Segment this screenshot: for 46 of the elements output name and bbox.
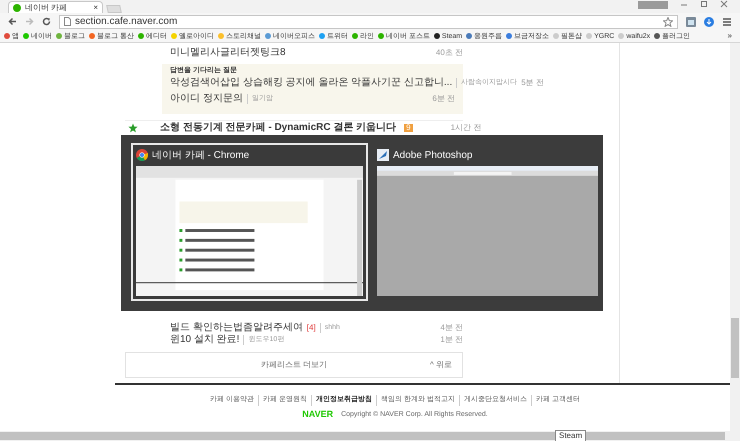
scrollbar-thumb[interactable] (731, 318, 739, 378)
question-title[interactable]: 악성검색어삽입 상습해킹 공지에 올라온 악플사기꾼 신고합니... (170, 78, 452, 88)
post-time: 4분 전 (440, 322, 463, 334)
star-icon[interactable] (128, 123, 138, 133)
cafe-title[interactable]: 소형 전동기계 전문카페 - DynamicRC 결론 키웁니다 (160, 123, 396, 133)
post-title[interactable]: 빌드 확인하는법좀알려주세여 (170, 323, 303, 333)
back-icon[interactable] (8, 17, 17, 26)
post-time: 1분 전 (440, 334, 463, 346)
tab-title: 네이버 카페 (25, 4, 68, 12)
forward-icon[interactable] (25, 17, 34, 26)
scrollbar-thumb[interactable] (0, 432, 725, 440)
post-title[interactable]: 미니멜리사글리터젯팅크8 (170, 48, 286, 58)
question-time: 6분 전 (432, 93, 455, 105)
naver-logo: NAVER (302, 410, 334, 420)
window-thumbnail[interactable]: Adobe Photoshop (372, 143, 603, 301)
tooltip: Steam (555, 430, 586, 441)
question-time: 5분 전 (521, 77, 544, 89)
menu-icon[interactable] (722, 16, 732, 26)
chrome-icon (136, 149, 148, 161)
extension-icon[interactable] (686, 16, 696, 26)
new-count-badge: 9 (404, 124, 413, 132)
star-outline-icon[interactable] (663, 16, 673, 26)
horizontal-scrollbar[interactable] (0, 431, 740, 441)
download-icon[interactable] (704, 16, 714, 26)
close-icon[interactable] (720, 0, 728, 8)
post-title[interactable]: 윈10 설치 완료! (170, 335, 240, 345)
cafe-favicon (13, 4, 21, 12)
back-to-top-link[interactable]: ^ 위로 (430, 359, 452, 371)
post-time: 1시간 전 (450, 122, 482, 134)
window-title: 네이버 카페 - Chrome (152, 148, 250, 162)
window-title: Adobe Photoshop (392, 148, 472, 162)
feather-icon (376, 149, 389, 161)
comment-count: [4] (306, 322, 316, 334)
url-text: section.cafe.naver.com (75, 16, 178, 26)
page-icon (64, 17, 71, 26)
vertical-scrollbar[interactable] (730, 43, 740, 431)
address-bar[interactable]: section.cafe.naver.com (59, 14, 678, 28)
tab-close-button[interactable]: × (93, 4, 98, 12)
maximize-icon[interactable] (700, 0, 708, 8)
post-time: 40초 전 (436, 47, 463, 59)
window-thumbnail[interactable]: 네이버 카페 - Chrome (131, 143, 368, 301)
browser-tab[interactable]: 네이버 카페 × (8, 1, 103, 13)
question-title[interactable]: 아이디 정지문의 (170, 94, 243, 104)
cafe-list-more-link[interactable]: 카페리스트 더보기 (260, 359, 328, 371)
reload-icon[interactable] (42, 17, 51, 26)
more-bookmarks-button[interactable]: » (728, 32, 736, 40)
